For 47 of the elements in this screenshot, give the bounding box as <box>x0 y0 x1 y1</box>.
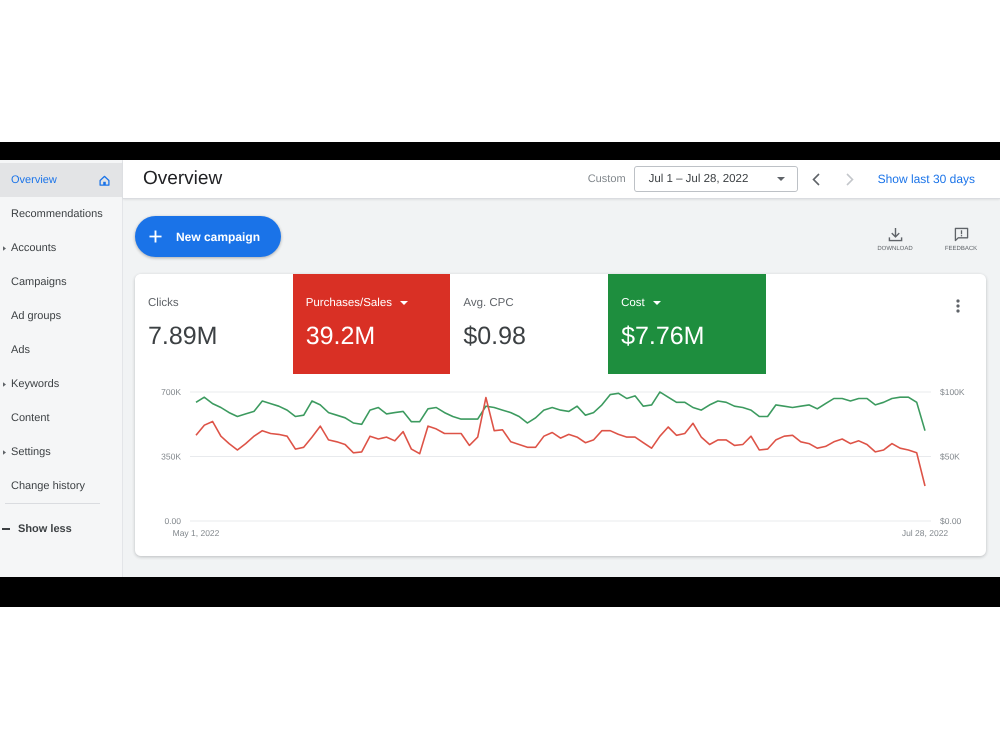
axis-label: $100K <box>940 387 965 397</box>
metric-value: 7.89M <box>148 322 218 351</box>
metric-tile[interactable]: Cost $7.76M <box>608 274 766 374</box>
sidebar-item[interactable]: Settings <box>0 435 122 469</box>
chevron-right-icon <box>846 172 854 186</box>
plus-icon <box>149 230 162 243</box>
sidebar-item[interactable]: Keywords <box>0 367 122 401</box>
sidebar-item[interactable]: Change history <box>0 469 122 503</box>
metric-label: Avg. CPC <box>463 297 514 309</box>
caret-icon <box>776 177 785 181</box>
caret-icon <box>652 301 661 305</box>
sidebar-item[interactable]: Overview <box>0 163 122 197</box>
metric-value: $7.76M <box>621 322 706 351</box>
sidebar-item[interactable]: Campaigns <box>0 265 122 299</box>
metric-tile[interactable]: Clicks 7.89M <box>135 274 293 374</box>
axis-label: 350K <box>161 452 181 462</box>
date-range-dropdown[interactable]: Jul 1 – Jul 28, 2022 <box>634 166 798 192</box>
home-icon <box>99 174 110 186</box>
metric-label: Cost <box>621 297 645 309</box>
sidebar-item[interactable]: Accounts <box>0 231 122 265</box>
axis-label: May 1, 2022 <box>172 528 220 538</box>
sidebar-item[interactable]: Ad groups <box>0 299 122 333</box>
more-options-button[interactable] <box>954 298 962 314</box>
page-title: Overview <box>143 168 222 190</box>
sidebar-item[interactable]: Recommendations <box>0 197 122 231</box>
sidebar-item[interactable]: Ads <box>0 333 122 367</box>
more-vert-icon <box>956 299 960 313</box>
axis-label: $0.00 <box>940 516 962 526</box>
axis-label: 700K <box>161 387 181 397</box>
chevron-left-icon <box>812 172 820 186</box>
new-campaign-button[interactable]: New campaign <box>135 216 281 257</box>
metric-label: Purchases/Sales <box>306 297 392 309</box>
show-less-button[interactable]: Show less <box>0 512 72 546</box>
axis-label: 0.00 <box>164 516 181 526</box>
download-icon <box>888 227 902 242</box>
metric-value: 39.2M <box>306 322 376 351</box>
sidebar-item[interactable]: Content <box>0 401 122 435</box>
minus-icon <box>2 528 10 530</box>
axis-label: Jul 28, 2022 <box>902 528 948 538</box>
date-preset-link[interactable]: Show last 30 days <box>878 172 975 186</box>
axis-label: $50K <box>940 452 960 462</box>
feedback-icon <box>954 227 968 242</box>
range-label: Custom <box>588 173 626 185</box>
caret-icon <box>400 301 408 305</box>
metric-tile[interactable]: Purchases/Sales 39.2M <box>292 274 450 374</box>
metric-label: Clicks <box>148 297 179 309</box>
metric-value: $0.98 <box>463 322 527 351</box>
